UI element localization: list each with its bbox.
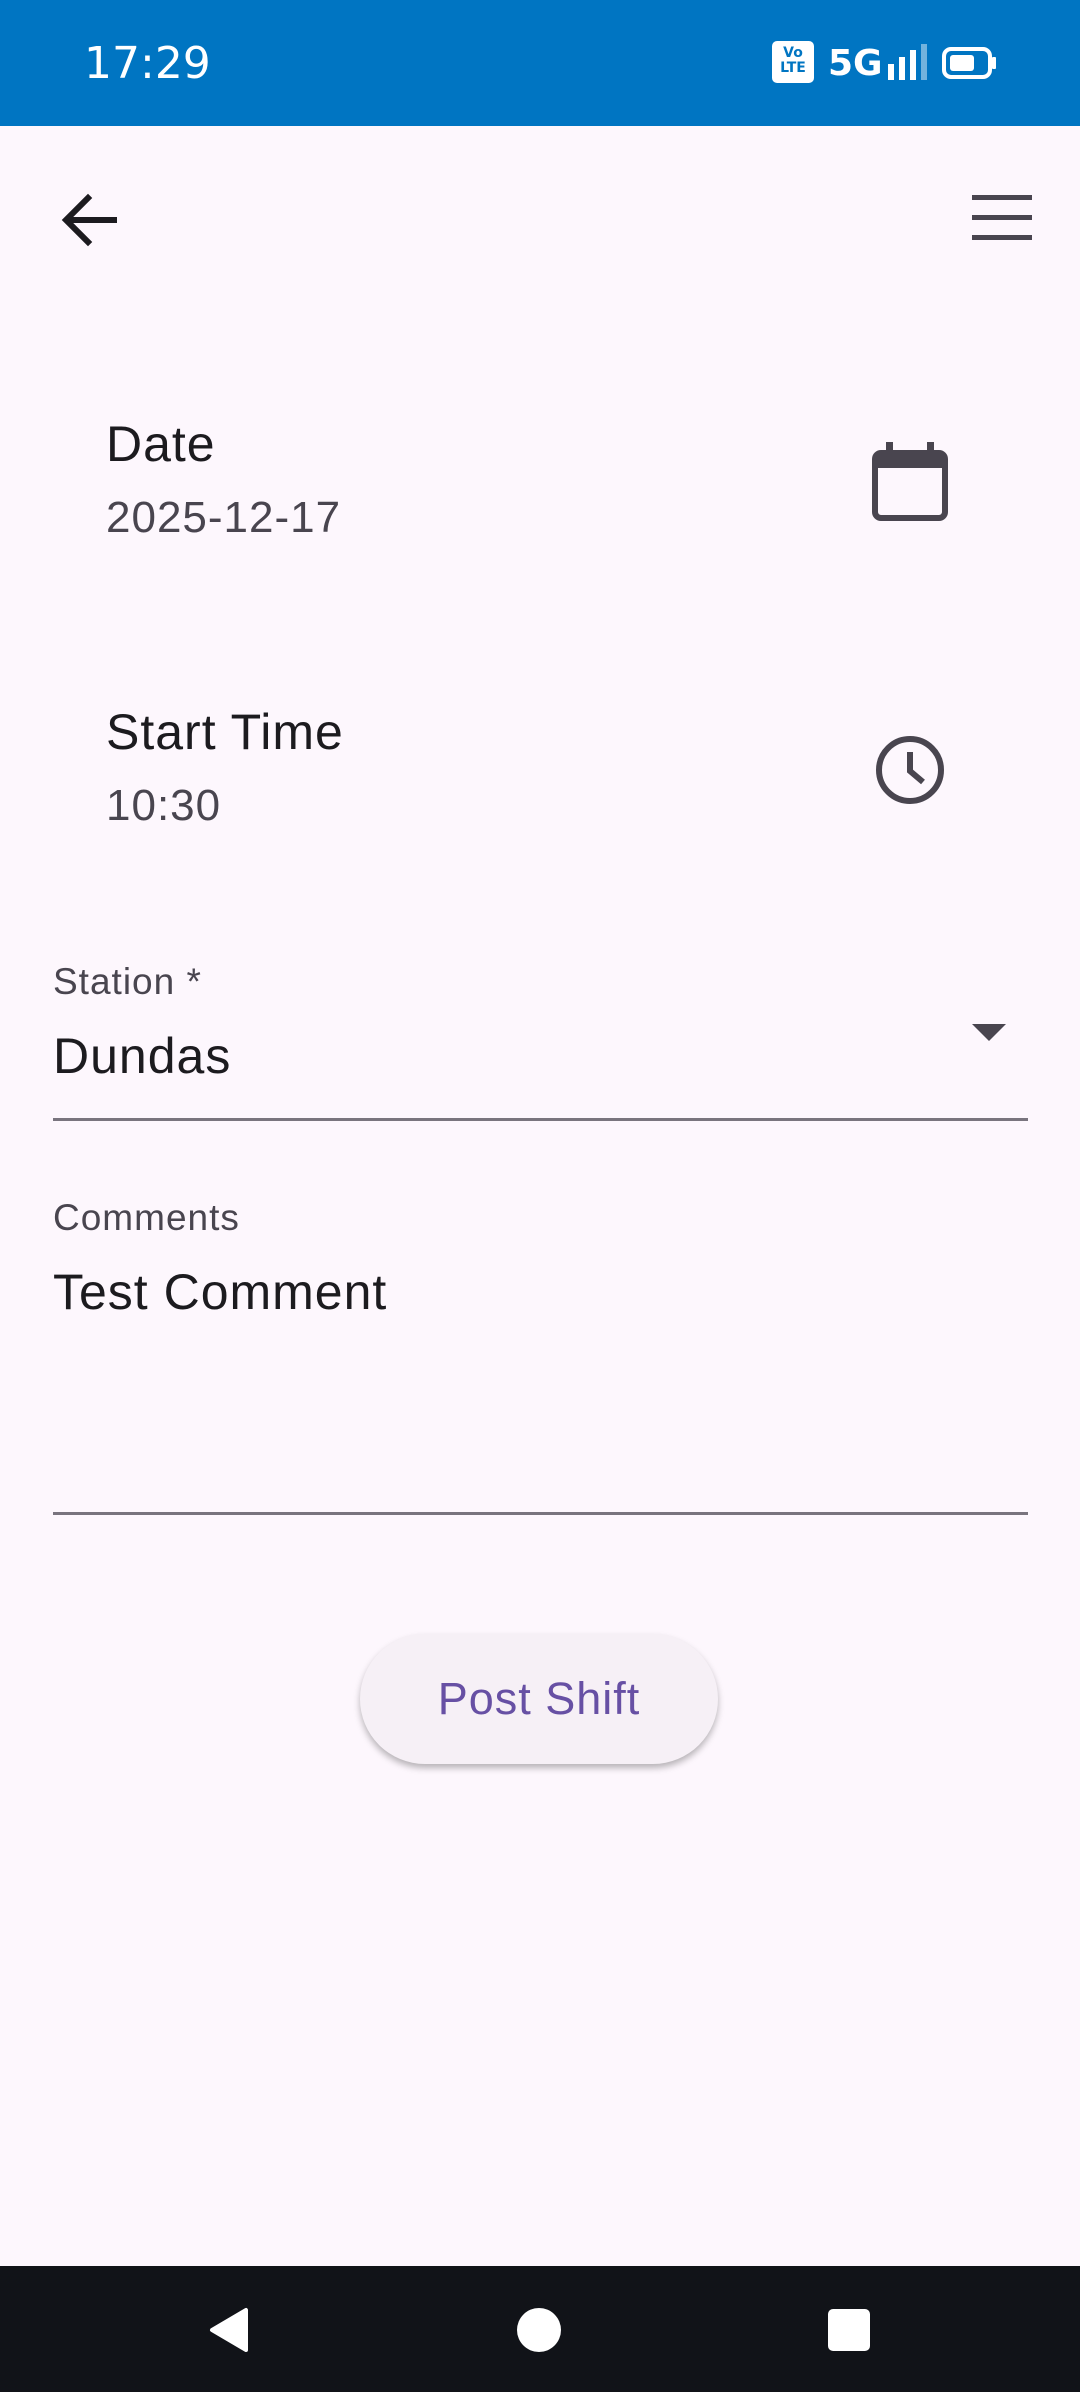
comments-value: Test Comment: [53, 1264, 388, 1320]
station-label: Station *: [53, 961, 202, 1002]
status-time: 17:29: [84, 38, 211, 89]
comments-label: Comments: [53, 1197, 240, 1238]
arrow-back-icon[interactable]: [52, 180, 132, 260]
dropdown-arrow-icon[interactable]: [972, 1024, 1006, 1041]
signal-bars-icon: [888, 44, 927, 80]
station-underline: [53, 1118, 1028, 1121]
app-bar: [0, 126, 1080, 312]
clock-icon[interactable]: [872, 730, 948, 810]
battery-icon: [942, 47, 996, 79]
date-label: Date: [106, 416, 216, 472]
station-value: Dundas: [53, 1028, 232, 1084]
calendar-icon[interactable]: [872, 442, 948, 522]
post-shift-button[interactable]: Post Shift: [360, 1634, 718, 1764]
start-time-label: Start Time: [106, 704, 344, 760]
volte-icon: Vo LTE: [772, 41, 814, 83]
hamburger-menu-icon[interactable]: [962, 180, 1042, 260]
date-value: 2025-12-17: [106, 493, 342, 542]
volte-line1: Vo: [783, 45, 803, 61]
status-bar: 17:29 Vo LTE 5G: [0, 0, 1080, 126]
comments-underline: [53, 1512, 1028, 1515]
nav-home-icon[interactable]: [517, 2308, 561, 2352]
volte-line2: LTE: [780, 60, 806, 76]
nav-back-icon[interactable]: [206, 2306, 250, 2354]
network-type: 5G: [828, 43, 883, 84]
start-time-value: 10:30: [106, 781, 222, 830]
nav-recents-icon[interactable]: [828, 2309, 870, 2351]
